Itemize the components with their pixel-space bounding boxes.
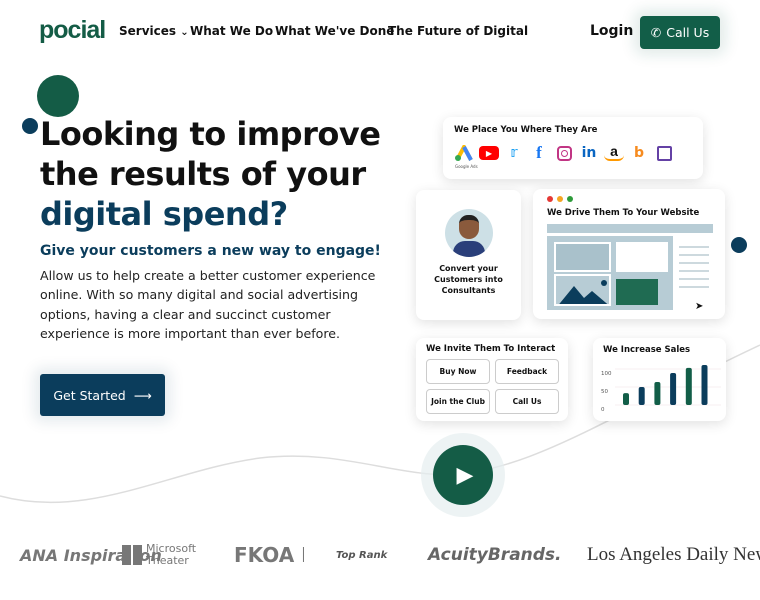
sales-bar: [654, 381, 661, 405]
client-logo-la-daily-news: Los Angeles Daily News: [587, 544, 760, 565]
instagram-icon: [554, 143, 574, 163]
arrow-right-icon: ⟶: [133, 387, 152, 403]
tick-100: 100: [601, 371, 612, 377]
client-logo-acuity-brands: AcuityBrands.: [428, 545, 562, 565]
sales-bar: [638, 387, 645, 405]
play-icon: ▶: [456, 462, 474, 488]
decor-dot-navy: [22, 118, 38, 134]
window-dots: [547, 196, 573, 202]
place-card-title: We Place You Where They Are: [454, 125, 598, 135]
linkedin-icon: in: [581, 145, 597, 161]
amazon-icon: a: [604, 143, 624, 161]
chevron-down-icon: ⌄: [180, 27, 189, 38]
sales-axis: 100 50 0: [601, 365, 612, 419]
hero-title-line3: digital spend?: [40, 195, 288, 233]
client-logo-top-rank: Top Rank: [336, 549, 388, 561]
cursor-icon: ➤: [695, 301, 704, 312]
play-button[interactable]: ▶: [433, 445, 493, 505]
decor-dot-navy-right: [731, 237, 747, 253]
microsoft-theater-text: Microsoft Theater: [146, 542, 197, 567]
decor-circle-green: [37, 75, 79, 117]
sales-bars: [615, 365, 721, 406]
convert-card: Convert your Customers into Consultants: [416, 190, 521, 320]
sales-bar: [623, 393, 629, 405]
microsoft-icon: [122, 545, 142, 565]
nav-what-weve-done[interactable]: What We've Done: [275, 24, 394, 38]
client-logo-fkoa: FKOA Presents: [234, 543, 304, 567]
convert-text: Convert your Customers into Consultants: [434, 264, 503, 295]
hero-body: Allow us to help create a better custome…: [40, 268, 376, 341]
phone-icon: ✆: [650, 25, 662, 40]
youtube-icon: ▶: [479, 143, 499, 163]
nav-services[interactable]: Services ⌄: [119, 24, 189, 38]
bing-icon: b: [633, 145, 645, 161]
place-card: We Place You Where They Are ▶ 𝕣 f in a b…: [443, 117, 703, 179]
feedback-button[interactable]: Feedback: [495, 359, 559, 384]
website-mockup: ➤: [547, 224, 713, 312]
call-us-button[interactable]: ✆ Call Us: [640, 16, 720, 49]
join-the-club-button[interactable]: Join the Club: [426, 389, 490, 414]
nav-future-of-digital[interactable]: The Future of Digital: [388, 24, 528, 38]
hero-title-line1: Looking to improve: [40, 115, 381, 153]
hero-title-line2: the results of your: [40, 155, 366, 193]
facebook-icon: f: [536, 143, 542, 162]
website-card-title: We Drive Them To Your Website: [547, 208, 700, 218]
sales-card: We Increase Sales 100 50 0: [593, 338, 726, 421]
login-link[interactable]: Login: [590, 23, 633, 39]
hero-title: Looking to improve the results of your d…: [40, 114, 381, 234]
twitch-icon: [654, 143, 674, 163]
website-card: We Drive Them To Your Website ➤: [533, 189, 725, 319]
sales-bar: [685, 367, 692, 405]
google-ads-caption: Google Ads: [455, 164, 478, 169]
nav-services-label: Services: [119, 24, 177, 38]
buy-now-button[interactable]: Buy Now: [426, 359, 490, 384]
nav-what-we-do[interactable]: What We Do: [190, 24, 273, 38]
social-icons: ▶ 𝕣 f in a b: [454, 143, 674, 163]
logo[interactable]: pocial: [39, 16, 106, 45]
hero-subtitle: Give your customers a new way to engage!: [40, 243, 381, 259]
client-logo-microsoft-theater: Microsoft Theater: [122, 535, 202, 575]
get-started-button[interactable]: Get Started ⟶: [40, 374, 165, 416]
sales-bar: [701, 365, 708, 405]
call-us-mini-button[interactable]: Call Us: [495, 389, 559, 414]
get-started-label: Get Started: [53, 387, 126, 403]
sales-card-title: We Increase Sales: [603, 345, 691, 355]
tick-0: 0: [601, 407, 605, 413]
google-ads-icon: [454, 143, 474, 163]
twitter-icon: 𝕣: [510, 145, 518, 161]
interact-card: We Invite Them To Interact Buy Now Feedb…: [416, 338, 568, 421]
tick-50: 50: [601, 389, 608, 395]
call-us-label: Call Us: [666, 25, 710, 40]
consultant-avatar: [445, 209, 493, 257]
sales-bar: [670, 372, 677, 405]
interact-card-title: We Invite Them To Interact: [426, 344, 556, 354]
